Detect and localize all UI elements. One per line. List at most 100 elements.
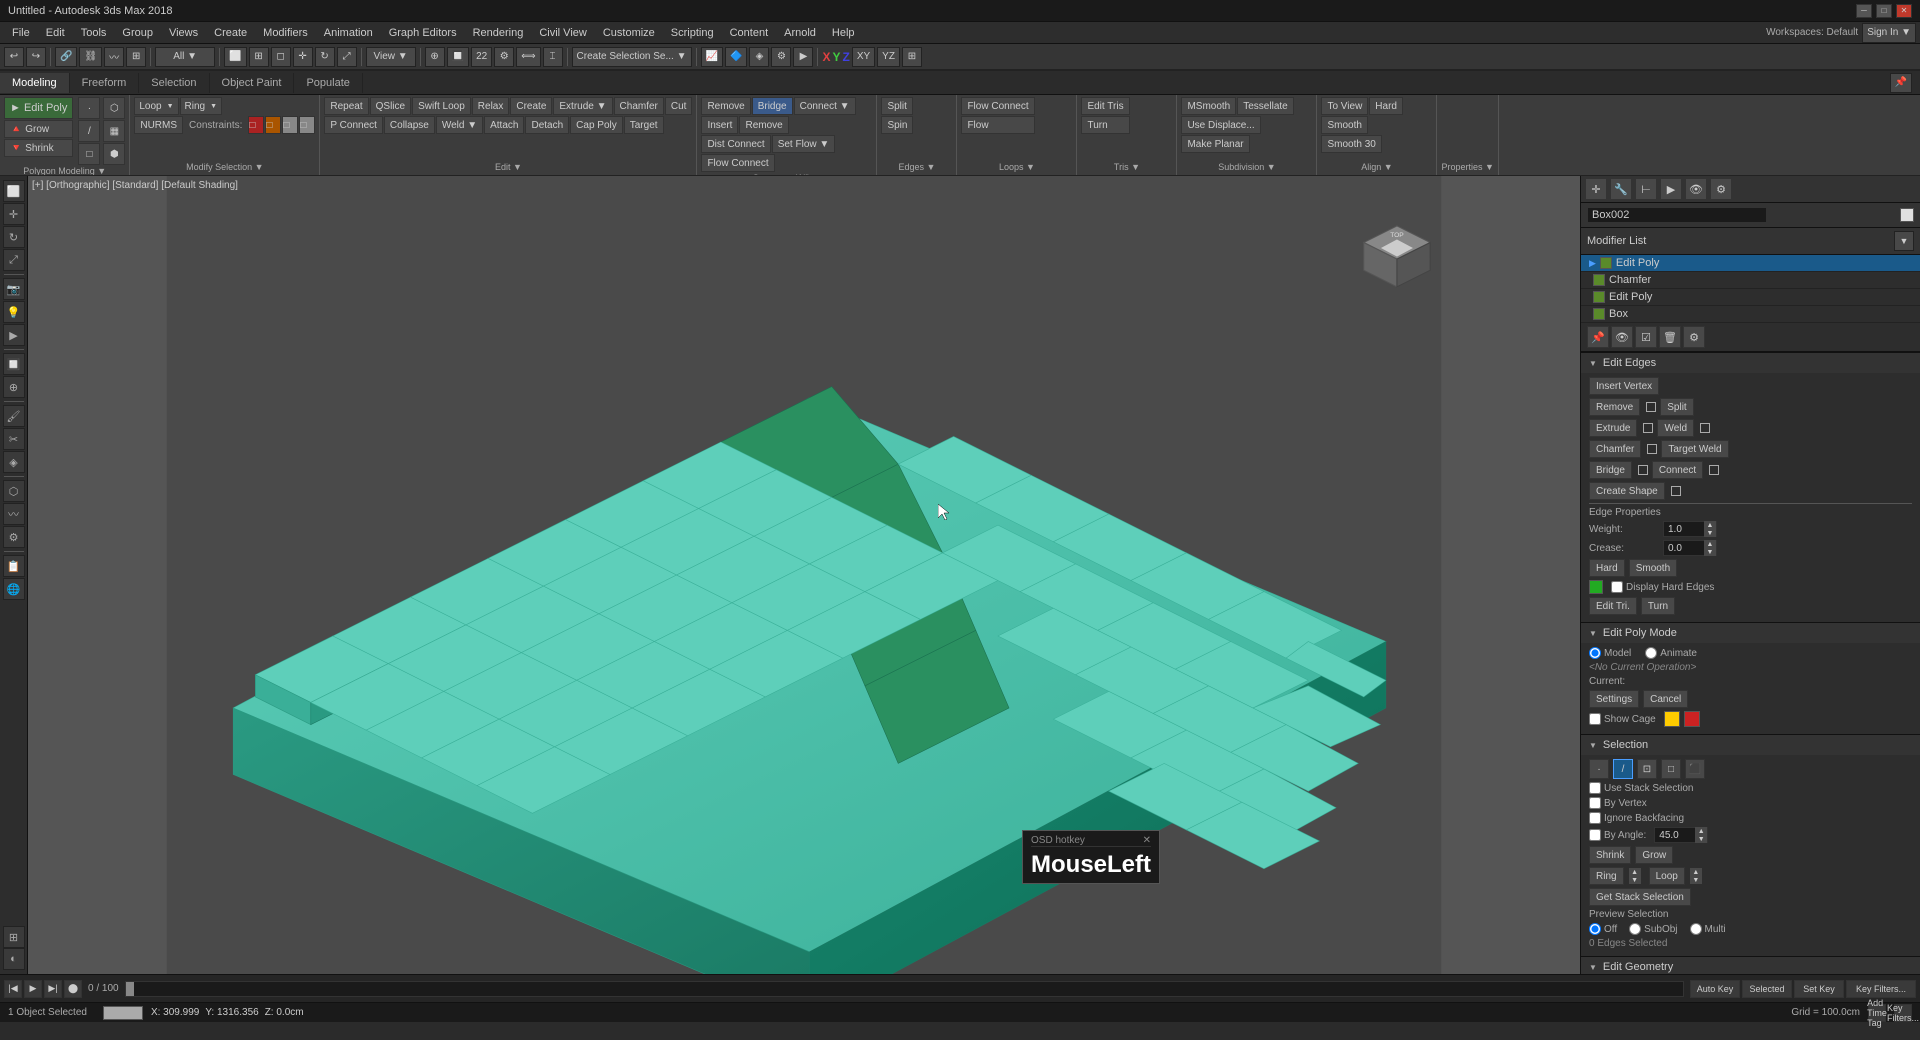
- yz-btn[interactable]: YZ: [877, 47, 900, 67]
- nurms-btn[interactable]: NURMS: [134, 116, 183, 134]
- split-edge-btn[interactable]: Split: [1660, 398, 1693, 416]
- snap2d-btn[interactable]: 22: [471, 47, 492, 67]
- make-planar-btn[interactable]: Make Planar: [1181, 135, 1249, 153]
- rp-create-icon[interactable]: ✛: [1585, 178, 1607, 200]
- select-lasso-button[interactable]: ◻: [271, 47, 291, 67]
- by-angle-down[interactable]: ▼: [1695, 835, 1707, 843]
- crease-down[interactable]: ▼: [1704, 548, 1716, 556]
- mode-icon-1[interactable]: ⬡: [103, 97, 125, 119]
- weight-up[interactable]: ▲: [1704, 521, 1716, 529]
- menu-animation[interactable]: Animation: [316, 25, 381, 41]
- ring-arrows[interactable]: ▲ ▼: [1629, 868, 1641, 884]
- lt-paint[interactable]: 🖌: [3, 405, 25, 427]
- weld-edge-btn[interactable]: Weld: [1657, 419, 1694, 437]
- turn-btn[interactable]: Turn: [1641, 597, 1675, 615]
- auto-key-btn[interactable]: Auto Key: [1690, 980, 1740, 998]
- modifier-list-header[interactable]: Modifier List ▼: [1581, 228, 1920, 255]
- grow-sel-btn[interactable]: Grow: [1635, 846, 1673, 864]
- object-color-swatch[interactable]: [1900, 208, 1914, 222]
- key-filters-btn[interactable]: Key Filters...: [1846, 980, 1916, 998]
- select-region-button[interactable]: ⊞: [249, 47, 269, 67]
- create-shape-settings[interactable]: [1671, 486, 1681, 496]
- ring-sel-btn[interactable]: Ring: [1589, 867, 1624, 885]
- select-obj-button[interactable]: ⬜: [224, 47, 246, 67]
- by-angle-check[interactable]: [1589, 829, 1601, 841]
- loop-down[interactable]: ▼: [1690, 876, 1702, 884]
- menu-rendering[interactable]: Rendering: [465, 25, 532, 41]
- weld-btn[interactable]: Weld ▼: [436, 116, 483, 134]
- shrink-button[interactable]: 🔻 Shrink: [4, 139, 73, 157]
- remove-edge-btn[interactable]: Remove: [1589, 398, 1640, 416]
- tessellate-btn[interactable]: Tessellate: [1237, 97, 1293, 115]
- bind-space-warp[interactable]: 〰: [104, 47, 124, 67]
- viewport[interactable]: [+] [Orthographic] [Standard] [Default S…: [28, 176, 1580, 974]
- edit-geometry-header[interactable]: Edit Geometry: [1581, 957, 1920, 974]
- edge-mode-icon[interactable]: /: [78, 120, 100, 142]
- bridge-settings[interactable]: [1638, 465, 1648, 475]
- ribbon-pin[interactable]: 📌: [1890, 73, 1912, 93]
- connect-settings[interactable]: [1709, 465, 1719, 475]
- tab-freeform[interactable]: Freeform: [70, 73, 140, 93]
- lt-material[interactable]: ◈: [3, 451, 25, 473]
- sel-icon-border[interactable]: ⊡: [1637, 759, 1657, 779]
- edit-tris-btn[interactable]: Edit Tris: [1081, 97, 1129, 115]
- modifier-box[interactable]: Box: [1581, 306, 1920, 323]
- qslice-btn[interactable]: QSlice: [370, 97, 411, 115]
- loop-up[interactable]: ▲: [1690, 868, 1702, 876]
- crease-up[interactable]: ▲: [1704, 540, 1716, 548]
- show-result-icon[interactable]: ☑: [1635, 326, 1657, 348]
- hard-btn[interactable]: Hard: [1589, 559, 1625, 577]
- vertex-mode-icon[interactable]: ·: [78, 97, 100, 119]
- menu-views[interactable]: Views: [161, 25, 206, 41]
- chamfer-btn[interactable]: Chamfer: [614, 97, 664, 115]
- create-btn[interactable]: Create: [510, 97, 552, 115]
- lt-move[interactable]: ✛: [3, 203, 25, 225]
- modifier-box-light[interactable]: [1593, 308, 1605, 320]
- show-cage-checkbox[interactable]: Show Cage: [1589, 713, 1656, 725]
- ring-down[interactable]: ▼: [1629, 876, 1641, 884]
- display-hard-edges-check[interactable]: [1611, 581, 1623, 593]
- lt-bottom-1[interactable]: ⊞: [3, 926, 25, 948]
- modifier-chamfer-light[interactable]: [1593, 274, 1605, 286]
- split-btn[interactable]: Split: [881, 97, 913, 115]
- shrink-sel-btn[interactable]: Shrink: [1589, 846, 1631, 864]
- lt-environment[interactable]: 🌐: [3, 578, 25, 600]
- tab-populate[interactable]: Populate: [294, 73, 362, 93]
- next-frame-btn[interactable]: ▶|: [44, 980, 62, 998]
- lt-layer[interactable]: 📋: [3, 555, 25, 577]
- remove-btn[interactable]: Remove: [701, 97, 750, 115]
- set-flow-btn[interactable]: Set Flow ▼: [772, 135, 836, 153]
- menu-group[interactable]: Group: [114, 25, 161, 41]
- by-vertex-check[interactable]: [1589, 797, 1601, 809]
- smooth-btn[interactable]: Smooth: [1321, 116, 1367, 134]
- hard-btn[interactable]: Hard: [1369, 97, 1403, 115]
- p-connect-btn[interactable]: P Connect: [324, 116, 383, 134]
- by-angle-checkbox[interactable]: By Angle:: [1589, 829, 1646, 841]
- link-button[interactable]: 🔗: [55, 47, 77, 67]
- crease-arrows[interactable]: ▲ ▼: [1704, 540, 1716, 556]
- scale-button[interactable]: ⤢: [337, 47, 357, 67]
- relax-btn[interactable]: Relax: [472, 97, 510, 115]
- loop-arrows[interactable]: ▲ ▼: [1690, 868, 1702, 884]
- target-btn[interactable]: Target: [624, 116, 664, 134]
- modifier-ep2-light[interactable]: [1593, 291, 1605, 303]
- menu-civil-view[interactable]: Civil View: [531, 25, 594, 41]
- weight-down[interactable]: ▼: [1704, 529, 1716, 537]
- insert-vertex-btn[interactable]: Insert Vertex: [1589, 377, 1659, 395]
- snap-btn[interactable]: 🔲: [447, 47, 469, 67]
- sel-icon-face[interactable]: □: [1661, 759, 1681, 779]
- transform-gizmo[interactable]: ⊞: [902, 47, 922, 67]
- menu-graph-editors[interactable]: Graph Editors: [381, 25, 465, 41]
- weight-arrows[interactable]: ▲ ▼: [1704, 521, 1716, 537]
- rotate-button[interactable]: ↻: [315, 47, 335, 67]
- cut-btn[interactable]: Cut: [665, 97, 693, 115]
- multi-radio[interactable]: [1690, 923, 1702, 935]
- mirror-btn[interactable]: ⟺: [516, 47, 540, 67]
- chamfer-edge-btn[interactable]: Chamfer: [1589, 440, 1641, 458]
- menu-modifiers[interactable]: Modifiers: [255, 25, 316, 41]
- schematic-view-btn[interactable]: 🔷: [725, 47, 747, 67]
- modifier-edit-poly-selected[interactable]: ▶ Edit Poly: [1581, 255, 1920, 272]
- connect-edge-btn[interactable]: Connect: [1652, 461, 1703, 479]
- lt-render[interactable]: ▶: [3, 324, 25, 346]
- display-hard-edges-swatch[interactable]: [1589, 580, 1603, 594]
